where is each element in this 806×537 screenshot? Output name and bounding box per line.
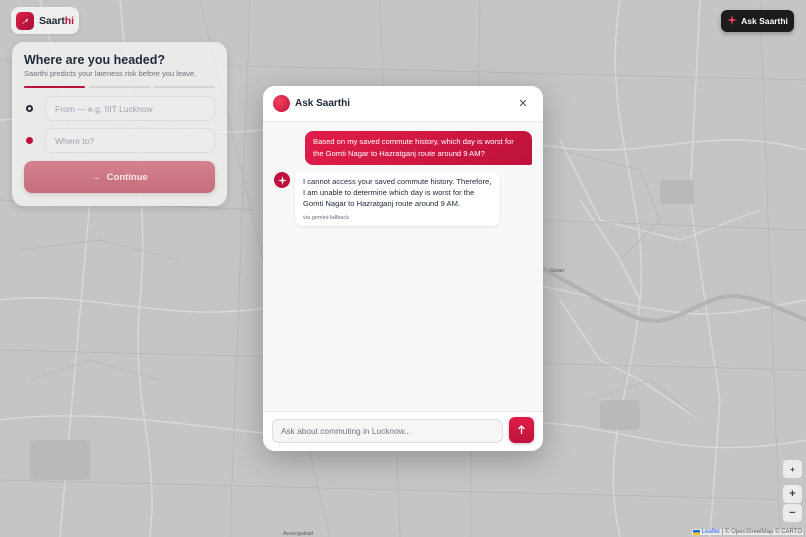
origin-marker-icon [26,105,33,112]
continue-button[interactable]: → Continue [24,161,215,193]
assistant-sparkle-icon [274,172,290,188]
ukraine-flag-icon [692,529,700,535]
planner-subtitle: Saarthi predicts your lateness risk befo… [24,69,197,78]
leaflet-link[interactable]: Leaflet [702,529,720,535]
step-indicator [154,86,215,88]
zoom-out-button[interactable]: − [783,504,802,522]
from-input[interactable]: From — e.g. IIIT Lucknow [45,96,215,121]
sparkle-icon [727,15,738,27]
step-indicator [89,86,150,88]
map-attribution: Leaflet | © OpenStreetMap © CARTO [691,529,803,535]
ask-button-label: Ask Saarthi [741,16,788,26]
ask-saarthi-button[interactable]: Ask Saarthi [721,10,794,32]
arrow-up-icon [518,425,525,434]
chat-input[interactable]: Ask about commuting in Lucknow... [272,419,503,443]
brand-logo-container[interactable]: Saarthi [11,7,79,34]
brand-name: Saarthi [39,14,74,27]
map-extra-plus-button[interactable]: + [783,460,802,478]
destination-marker-icon [26,137,33,144]
saarthi-avatar-icon [273,95,290,112]
assistant-message-source: via gemini-fallback [303,215,350,222]
step-progress [24,86,215,88]
ask-saarthi-modal: Ask Saarthi ✕ Based on my saved commute … [263,86,543,451]
continue-label: Continue [106,171,148,183]
step-indicator [24,86,85,88]
zoom-in-button[interactable]: + [783,485,802,503]
chat-thread[interactable]: Based on my saved commute history, which… [263,122,543,411]
to-input[interactable]: Where to? [45,128,215,153]
modal-title: Ask Saarthi [295,98,351,109]
planner-title: Where are you headed? [24,53,166,67]
close-icon[interactable]: ✕ [517,98,529,110]
arrow-right-icon: → [91,171,101,183]
rocket-icon [16,11,34,30]
user-message: Based on my saved commute history, which… [305,131,532,165]
trip-planner-card: Where are you headed? Saarthi predicts y… [12,42,227,206]
assistant-message-text: I cannot access your saved commute histo… [303,177,492,208]
modal-header: Ask Saarthi ✕ [263,86,543,122]
chat-composer: Ask about commuting in Lucknow... [263,411,543,451]
attribution-text: | © OpenStreetMap © CARTO [721,529,802,535]
send-button[interactable] [509,417,534,443]
assistant-message: I cannot access your saved commute histo… [295,171,500,227]
